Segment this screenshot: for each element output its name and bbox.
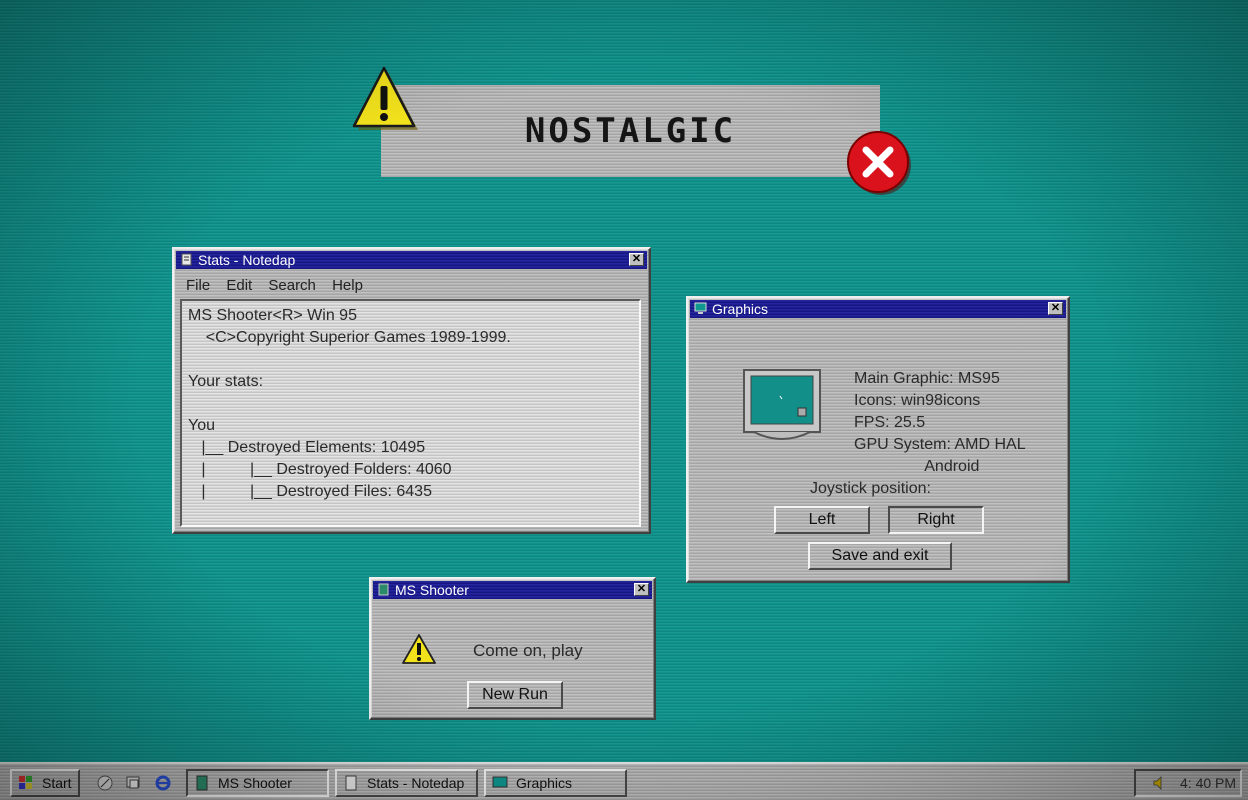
task-stats-notedap[interactable]: Stats - Notedap: [335, 769, 478, 797]
warning-icon: [402, 634, 436, 664]
graphics-window: Graphics ✕ Main Graphic: MS95 Icons: win…: [686, 296, 1070, 583]
banner-title: NOSTALGIC: [524, 111, 737, 151]
notepad-line: You: [188, 417, 215, 434]
notepad-line: |__ Destroyed Elements: 10495: [188, 439, 426, 456]
graphics-settings-icon: [492, 776, 508, 788]
task-ms-shooter[interactable]: MS Shooter: [186, 769, 329, 797]
ms-shooter-app-icon: [196, 775, 208, 791]
notepad-line: | |__ Destroyed Folders: 4060: [188, 461, 452, 478]
ms-shooter-app-icon: [378, 583, 389, 596]
notepad-title: Stats - Notedap: [198, 252, 296, 268]
graphics-info-line: GPU System: AMD HAL: [854, 436, 1026, 453]
notepad-line: | |__ Destroyed Files: 6435: [188, 483, 432, 500]
graphics-info-line: Icons: win98icons: [854, 392, 981, 409]
task-graphics[interactable]: Graphics: [484, 769, 627, 797]
desktop-quicklaunch-icon[interactable]: [125, 774, 143, 792]
nostalgic-banner: NOSTALGIC: [381, 85, 880, 177]
start-label: Start: [42, 775, 72, 791]
notepad-window: Stats - Notedap ✕ File Edit Search Help …: [172, 247, 651, 534]
notepad-text-area[interactable]: MS Shooter<R> Win 95 <C>Copyright Superi…: [180, 299, 641, 527]
graphics-close-button[interactable]: ✕: [1048, 302, 1063, 315]
graphics-info-line: Main Graphic: MS95: [854, 370, 1000, 387]
monitor-icon: [743, 369, 821, 440]
menu-edit[interactable]: Edit: [226, 277, 252, 294]
graphics-titlebar[interactable]: Graphics ✕: [690, 300, 1066, 318]
graphics-title: Graphics: [712, 301, 769, 317]
right-button[interactable]: Right: [888, 506, 984, 534]
ms-shooter-close-button[interactable]: ✕: [634, 583, 649, 596]
ms-shooter-titlebar[interactable]: MS Shooter ✕: [373, 581, 652, 599]
graphics-settings-icon: [694, 302, 707, 314]
notepad-icon: [181, 253, 192, 266]
browser-quicklaunch-icon[interactable]: [96, 774, 114, 792]
notepad-line: <C>Copyright Superior Games 1989-1999.: [188, 329, 511, 346]
notepad-line: MS Shooter<R> Win 95: [188, 307, 357, 324]
task-label: MS Shooter: [218, 775, 292, 791]
ms-shooter-dialog: MS Shooter ✕ Come on, play New Run: [369, 577, 656, 720]
start-button[interactable]: Start: [10, 769, 80, 797]
joystick-label: Joystick position:: [810, 480, 931, 497]
internet-explorer-icon[interactable]: [154, 774, 172, 792]
notepad-menubar: File Edit Search Help: [186, 277, 375, 294]
shooter-message: Come on, play: [473, 641, 583, 660]
taskbar: Start MS Shooter Stats - Notedap Graphic…: [0, 762, 1248, 800]
clock: 4: 40 PM: [1180, 775, 1237, 791]
task-label: Stats - Notedap: [367, 775, 465, 791]
graphics-info-line: Android: [854, 458, 980, 475]
error-icon: [847, 131, 911, 195]
notepad-icon: [345, 775, 357, 791]
notepad-titlebar[interactable]: Stats - Notedap ✕: [176, 251, 647, 269]
left-button[interactable]: Left: [774, 506, 870, 534]
notepad-close-button[interactable]: ✕: [629, 253, 644, 266]
system-tray: 4: 40 PM: [1134, 769, 1242, 797]
menu-file[interactable]: File: [186, 277, 210, 294]
ms-shooter-title: MS Shooter: [395, 582, 469, 598]
menu-search[interactable]: Search: [268, 277, 316, 294]
new-run-button[interactable]: New Run: [467, 681, 563, 709]
notepad-line: Your stats:: [188, 373, 264, 390]
volume-icon[interactable]: [1152, 776, 1166, 790]
warning-icon: [352, 66, 418, 130]
save-and-exit-button[interactable]: Save and exit: [808, 542, 952, 570]
graphics-info-line: FPS: 25.5: [854, 414, 926, 431]
task-label: Graphics: [516, 775, 573, 791]
windows-logo-icon: [19, 776, 32, 789]
menu-help[interactable]: Help: [332, 277, 363, 294]
